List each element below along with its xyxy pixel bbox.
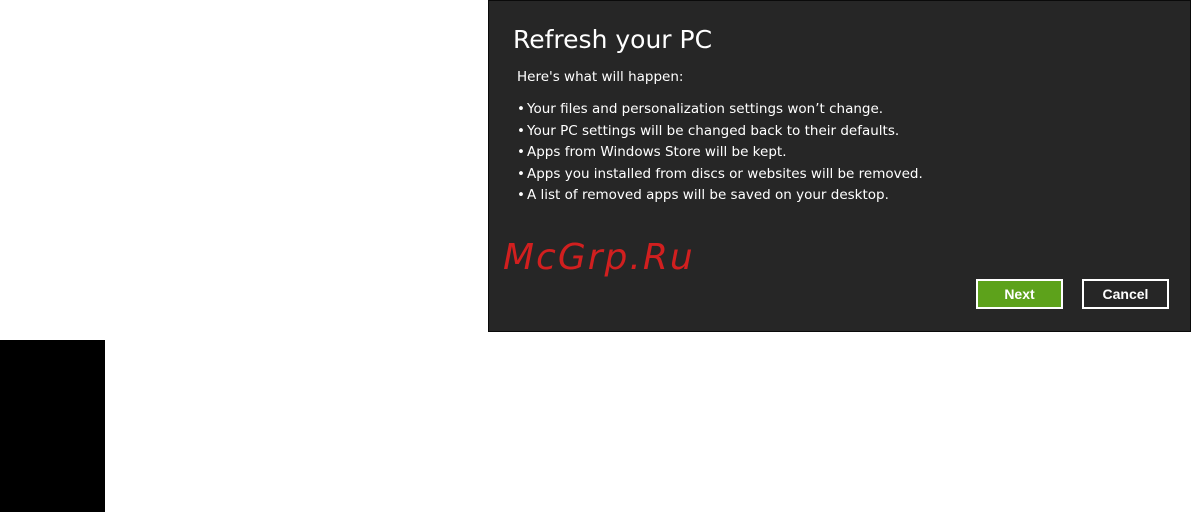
list-item-text: Apps from Windows Store will be kept. — [527, 144, 787, 160]
list-item: • Apps from Windows Store will be kept. — [517, 142, 923, 164]
bullet-icon: • — [517, 165, 525, 182]
list-item-text: Your files and personalization settings … — [527, 101, 884, 117]
next-button[interactable]: Next — [976, 279, 1063, 309]
bullet-icon: • — [517, 187, 525, 203]
cancel-button[interactable]: Cancel — [1082, 279, 1169, 309]
what-will-happen-list: • Your files and personalization settings… — [517, 99, 923, 207]
page: Refresh your PC Here's what will happen:… — [0, 0, 1191, 512]
list-item-text: Your PC settings will be changed back to… — [527, 122, 900, 139]
list-item-text: Apps you installed from discs or website… — [527, 165, 923, 182]
watermark: McGrp.Ru — [503, 237, 695, 278]
bullet-icon: • — [517, 101, 525, 117]
bullet-icon: • — [517, 122, 525, 139]
refresh-pc-dialog: Refresh your PC Here's what will happen:… — [488, 0, 1191, 332]
bullet-icon: • — [517, 144, 525, 160]
list-item: • Apps you installed from discs or websit… — [517, 164, 923, 186]
list-item-text: A list of removed apps will be saved on … — [527, 187, 889, 203]
list-item: • A list of removed apps will be saved on… — [517, 185, 923, 207]
black-block — [0, 340, 105, 512]
list-item: • Your PC settings will be changed back t… — [517, 121, 923, 143]
intro-text: Here's what will happen: — [517, 69, 684, 85]
dialog-title: Refresh your PC — [513, 25, 713, 54]
list-item: • Your files and personalization settings… — [517, 99, 923, 121]
